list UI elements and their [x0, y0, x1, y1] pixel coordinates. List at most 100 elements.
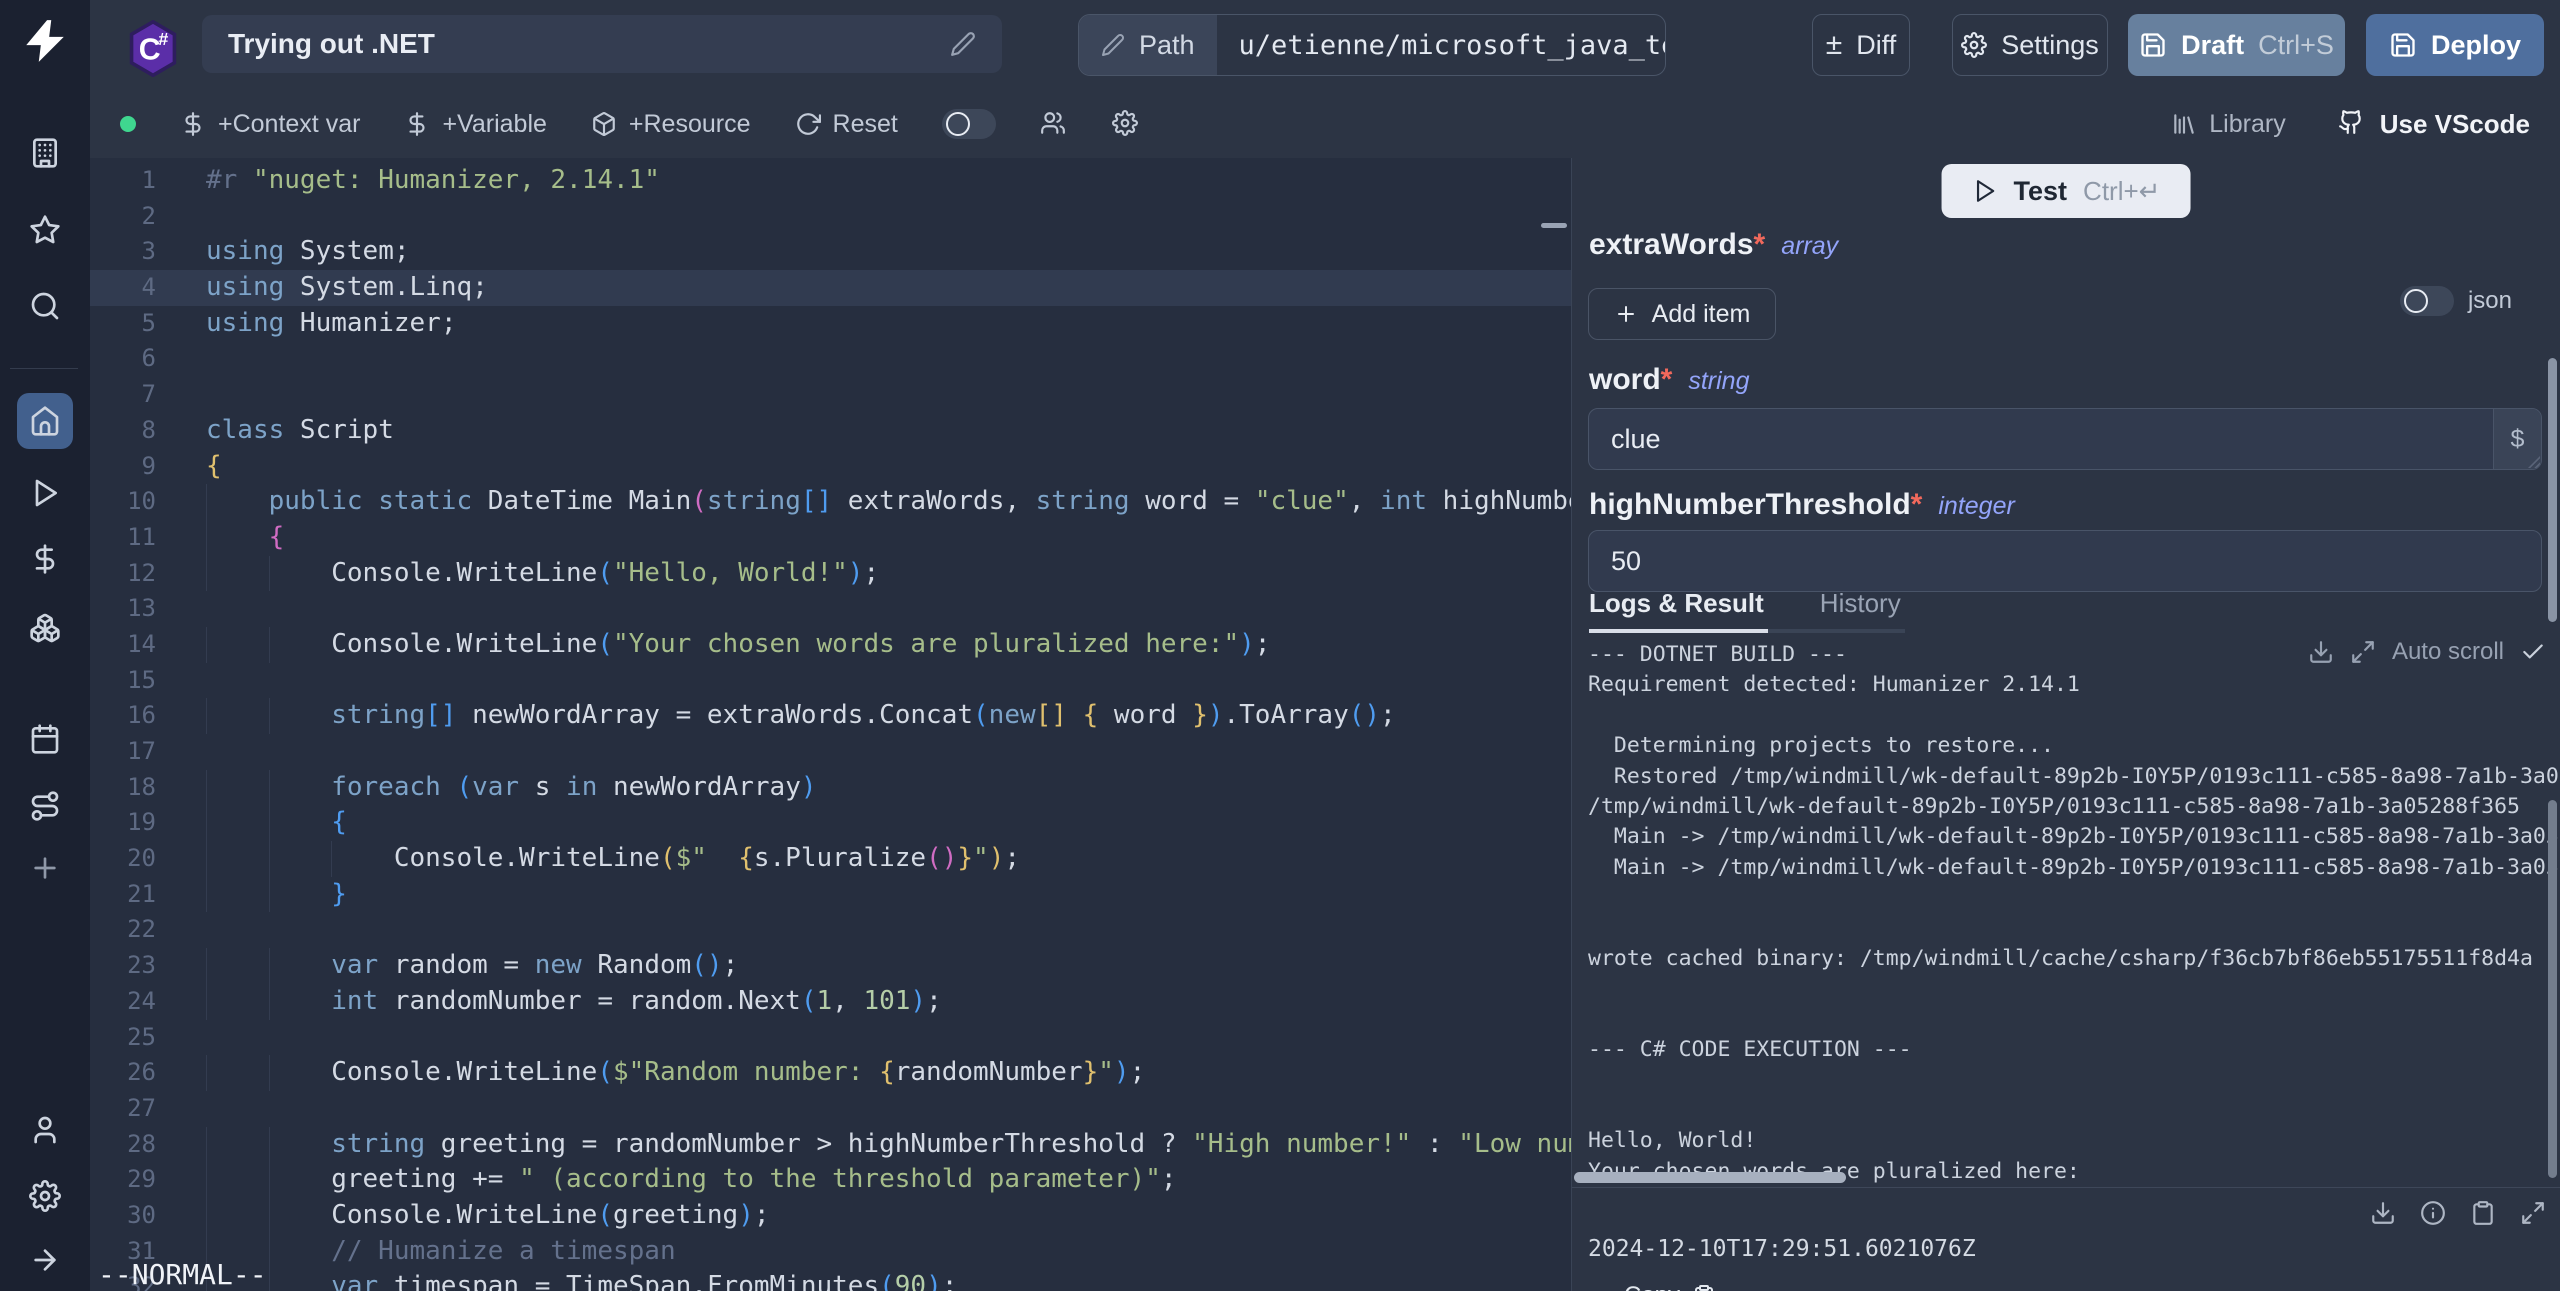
code-line[interactable]: 21} — [90, 877, 1571, 913]
variable-picker-button[interactable]: $ — [2493, 409, 2541, 469]
path-field[interactable]: Path u/etienne/microsoft_java_test — [1078, 14, 1666, 76]
code-line[interactable]: 3using System; — [90, 234, 1571, 270]
code-line[interactable]: 20Console.WriteLine($" {s.Pluralize()}")… — [90, 841, 1571, 877]
diff-button[interactable]: ± Diff — [1812, 14, 1910, 76]
draft-button[interactable]: Draft Ctrl+S — [2128, 14, 2345, 76]
code-line[interactable]: 26Console.WriteLine($"Random number: {ra… — [90, 1055, 1571, 1091]
line-number: 1 — [90, 163, 170, 199]
reset-button[interactable]: Reset — [795, 110, 898, 139]
code-line[interactable]: 30Console.WriteLine(greeting); — [90, 1198, 1571, 1234]
code-line[interactable]: 1#r "nuget: Humanizer, 2.14.1" — [90, 163, 1571, 199]
code-line[interactable]: 4using System.Linq; — [90, 270, 1571, 306]
sidebar-item-home[interactable] — [17, 393, 73, 449]
code-line[interactable]: 18foreach (var s in newWordArray) — [90, 770, 1571, 806]
copy-row[interactable]: Copy — [1624, 1282, 1716, 1291]
autoscroll-check-icon[interactable] — [2520, 639, 2546, 665]
pane-resize-handle[interactable] — [1541, 223, 1567, 228]
download-result-icon[interactable] — [2370, 1200, 2396, 1226]
sidebar-item-settings[interactable] — [29, 1180, 61, 1212]
add-variable-button[interactable]: +Variable — [404, 110, 546, 139]
code-line[interactable]: 14Console.WriteLine("Your chosen words a… — [90, 627, 1571, 663]
add-resource-button[interactable]: +Resource — [591, 110, 751, 139]
line-number: 14 — [90, 627, 170, 663]
highnumberthreshold-input[interactable]: 50 — [1588, 530, 2542, 592]
code-line[interactable]: 27 — [90, 1091, 1571, 1127]
code-text: string greeting = randomNumber > highNum… — [170, 1127, 1571, 1163]
sidebar-item-search[interactable] — [29, 290, 61, 322]
code-line[interactable]: 8class Script — [90, 413, 1571, 449]
code-line[interactable]: 25 — [90, 1020, 1571, 1056]
script-title-input[interactable]: Trying out .NET — [202, 15, 1002, 73]
panel-scrollbar[interactable] — [2548, 358, 2557, 622]
code-line[interactable]: 24int randomNumber = random.Next(1, 101)… — [90, 984, 1571, 1020]
use-vscode-button[interactable]: Use VScode — [2338, 109, 2530, 140]
line-number: 3 — [90, 234, 170, 270]
code-line[interactable]: 7 — [90, 377, 1571, 413]
sidebar-item-schedules[interactable] — [29, 723, 61, 755]
code-line[interactable]: 9{ — [90, 449, 1571, 485]
sidebar-item-variables[interactable] — [29, 543, 61, 575]
sidebar-item-create[interactable] — [29, 852, 61, 884]
log-output[interactable]: --- DOTNET BUILD ---Requirement detected… — [1572, 626, 2560, 1187]
test-button[interactable]: Test Ctrl+↵ — [1942, 164, 2191, 218]
info-icon[interactable] — [2420, 1200, 2446, 1226]
settings-button[interactable]: Settings — [1952, 14, 2108, 76]
sidebar-item-resources[interactable] — [29, 612, 61, 644]
code-line[interactable]: 6 — [90, 341, 1571, 377]
plus-minus-icon: ± — [1826, 30, 1842, 60]
json-toggle[interactable] — [2400, 286, 2454, 316]
code-line[interactable]: 22 — [90, 912, 1571, 948]
code-line[interactable]: 19{ — [90, 805, 1571, 841]
code-line[interactable]: 12Console.WriteLine("Hello, World!"); — [90, 556, 1571, 592]
code-line[interactable]: 5using Humanizer; — [90, 306, 1571, 342]
code-line[interactable]: 28string greeting = randomNumber > highN… — [90, 1127, 1571, 1163]
add-context-var-button[interactable]: +Context var — [180, 110, 360, 139]
copy-result-icon[interactable] — [2470, 1200, 2496, 1226]
code-text: { — [170, 449, 1571, 485]
code-line[interactable]: 32var timespan = TimeSpan.FromMinutes(90… — [90, 1269, 1571, 1291]
code-line[interactable]: 16string[] newWordArray = extraWords.Con… — [90, 698, 1571, 734]
expand-result-icon[interactable] — [2520, 1200, 2546, 1226]
sidebar-item-account[interactable] — [29, 1114, 61, 1146]
code-line[interactable]: 23var random = new Random(); — [90, 948, 1571, 984]
sidebar-item-favorites[interactable] — [29, 214, 61, 246]
required-mark: * — [1661, 363, 1673, 396]
sidebar-item-workspace[interactable] — [29, 137, 61, 169]
code-line[interactable]: 11{ — [90, 520, 1571, 556]
deploy-button[interactable]: Deploy — [2366, 14, 2544, 76]
deploy-label: Deploy — [2431, 30, 2521, 61]
download-logs-icon[interactable] — [2308, 639, 2334, 665]
log-horizontal-scrollbar[interactable] — [1574, 1172, 1846, 1183]
code-line[interactable]: 29greeting += " (according to the thresh… — [90, 1162, 1571, 1198]
code-line[interactable]: 13 — [90, 591, 1571, 627]
log-vertical-scrollbar[interactable] — [2548, 800, 2557, 1178]
calendar-icon — [29, 723, 61, 755]
sidebar-item-expand[interactable] — [29, 1244, 61, 1276]
play-icon — [1972, 178, 1998, 204]
line-number: 11 — [90, 520, 170, 556]
code-line[interactable]: 31// Humanize a timespan — [90, 1234, 1571, 1270]
route-icon — [29, 790, 61, 822]
edit-title-icon[interactable] — [950, 31, 976, 57]
library-button[interactable]: Library — [2171, 110, 2285, 139]
log-line: Hello, World! — [1588, 1126, 2560, 1156]
code-line[interactable]: 2 — [90, 199, 1571, 235]
add-item-button[interactable]: Add item — [1588, 288, 1776, 340]
line-number: 22 — [90, 912, 170, 948]
code-text: class Script — [170, 413, 1571, 449]
code-text: string[] newWordArray = extraWords.Conca… — [170, 698, 1571, 734]
code-text: { — [170, 805, 1571, 841]
word-input[interactable]: clue $ — [1588, 408, 2542, 470]
editor-settings-button[interactable] — [1112, 110, 1140, 138]
windmill-logo-icon[interactable] — [20, 16, 70, 66]
sidebar-item-runs[interactable] — [29, 477, 61, 509]
code-line[interactable]: 10public static DateTime Main(string[] e… — [90, 484, 1571, 520]
sidebar-item-flows[interactable] — [29, 790, 61, 822]
code-line[interactable]: 15 — [90, 663, 1571, 699]
expand-logs-icon[interactable] — [2350, 639, 2376, 665]
collaborators-button[interactable] — [1040, 110, 1068, 138]
code-line[interactable]: 17 — [90, 734, 1571, 770]
assistant-toggle[interactable] — [942, 109, 996, 139]
code-editor[interactable]: 1#r "nuget: Humanizer, 2.14.1"2 3using S… — [90, 158, 1571, 1291]
path-label: Path — [1139, 30, 1195, 61]
